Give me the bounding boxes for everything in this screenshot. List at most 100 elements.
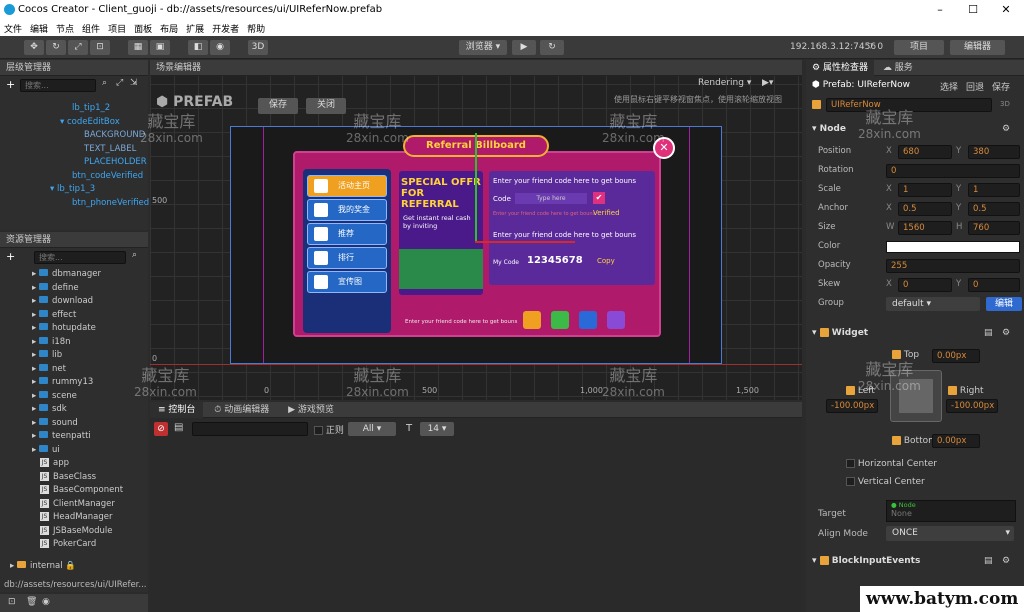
scale-y-input[interactable]: 1	[968, 183, 1020, 197]
close-window-button[interactable]: ✕	[991, 2, 1021, 18]
prefab-revert-button[interactable]: 回退	[966, 80, 984, 93]
skew-y-input[interactable]: 0	[968, 278, 1020, 292]
menu-home-button[interactable]: 活动主页	[307, 175, 387, 197]
block-enabled-checkbox[interactable]	[819, 556, 829, 565]
gear-icon[interactable]: ⚙	[1002, 556, 1010, 566]
menu-extension[interactable]: 扩展	[182, 20, 208, 37]
folder-item[interactable]: ▸ lib	[32, 349, 123, 363]
open-log-icon[interactable]: ▤	[174, 422, 183, 433]
prefab-select-button[interactable]: 选择	[940, 80, 958, 93]
opacity-input[interactable]: 255	[886, 259, 1020, 273]
log-level-select[interactable]: All ▾	[348, 422, 396, 436]
folder-item[interactable]: ▸ sdk	[32, 403, 123, 417]
vcenter-toggle[interactable]: Vertical Center	[846, 477, 925, 487]
menu-project[interactable]: 项目	[104, 20, 130, 37]
tab-animation[interactable]: ⏱ 动画编辑器	[206, 402, 277, 418]
menu-component[interactable]: 组件	[78, 20, 104, 37]
folder-item[interactable]: ▸ effect	[32, 309, 123, 323]
book-icon[interactable]: ▤	[984, 328, 993, 338]
edit-group-button[interactable]: 编辑	[986, 297, 1022, 311]
script-item[interactable]: JS BaseClass	[32, 471, 123, 485]
tree-item[interactable]: PLACEHOLDER	[8, 156, 149, 170]
folder-item[interactable]: ▸ scene	[32, 390, 123, 404]
folder-item[interactable]: ▸ hotupdate	[32, 322, 123, 336]
group-select[interactable]: default ▾	[886, 297, 980, 311]
tree-item[interactable]: btn_phoneVerified	[8, 197, 149, 211]
open-editor-button[interactable]: 编辑器	[950, 40, 1005, 55]
gear-icon[interactable]: ⚙	[1002, 328, 1010, 338]
tree-item[interactable]: BACKGROUND	[8, 129, 149, 143]
minimize-button[interactable]: –	[925, 2, 955, 18]
mail-share-icon[interactable]	[523, 311, 541, 329]
add-asset-icon[interactable]: +	[6, 250, 15, 263]
rect-tool-icon[interactable]: ⊡	[90, 40, 110, 55]
play-button[interactable]: ▶	[512, 40, 536, 55]
menu-edit[interactable]: 编辑	[26, 20, 52, 37]
right-toggle[interactable]: Right	[948, 386, 984, 396]
gizmo-icon[interactable]: ◉	[210, 40, 230, 55]
scale-x-input[interactable]: 1	[898, 183, 952, 197]
font-size-select[interactable]: 14 ▾	[420, 422, 454, 436]
tab-game-preview[interactable]: ▶ 游戏预览	[280, 402, 342, 418]
tree-item[interactable]: ▾ lb_tip1_3	[8, 183, 149, 197]
tree-item[interactable]: ▾ codeEditBox	[8, 116, 149, 130]
move-tool-icon[interactable]: ✥	[24, 40, 44, 55]
gear-icon[interactable]: ⚙	[1002, 124, 1010, 134]
prefab-save-button[interactable]: 保存	[992, 80, 1010, 93]
folder-item[interactable]: ▸ download	[32, 295, 123, 309]
other-share-icon[interactable]	[607, 311, 625, 329]
script-item[interactable]: JS JSBaseModule	[32, 525, 123, 539]
folder-item[interactable]: ▸ ui	[32, 444, 123, 458]
facebook-share-icon[interactable]	[579, 311, 597, 329]
scale-tool-icon[interactable]: ⤢	[68, 40, 88, 55]
prefab-save-button[interactable]: 保存	[258, 98, 298, 114]
widget-enabled-checkbox[interactable]	[819, 328, 829, 337]
folder-item[interactable]: ▸ dbmanager	[32, 268, 123, 282]
clear-log-icon[interactable]: ⊘	[154, 422, 168, 436]
rotate-tool-icon[interactable]: ↻	[46, 40, 66, 55]
menu-developer[interactable]: 开发者	[208, 20, 243, 37]
menu-node[interactable]: 节点	[52, 20, 78, 37]
snap-icon[interactable]: ◧	[188, 40, 208, 55]
tab-inspector[interactable]: ⚙ 属性检查器	[806, 60, 874, 76]
folder-item[interactable]: ▸ teenpatti	[32, 430, 123, 444]
bottom-input[interactable]: 0.00px	[932, 434, 980, 448]
tree-item[interactable]: TEXT_LABEL	[8, 143, 149, 157]
folder-item[interactable]: ▸ i18n	[32, 336, 123, 350]
rendering-select[interactable]: Rendering ▾	[698, 78, 751, 88]
menu-rank-button[interactable]: 排行	[307, 247, 387, 269]
console-filter-input[interactable]	[192, 422, 308, 436]
folder-item[interactable]: ▸ sound	[32, 417, 123, 431]
node-section-header[interactable]: ▾ Node	[812, 124, 846, 134]
menu-poster-button[interactable]: 宣传图	[307, 271, 387, 293]
scene-editor[interactable]: 场景编辑器 ⬢ PREFAB 保存 关闭 Rendering ▾ ▶▾ 使用鼠标…	[134, 60, 802, 400]
prefab-close-button[interactable]: 关闭	[306, 98, 346, 114]
size-w-input[interactable]: 1560	[898, 221, 952, 235]
folder-item[interactable]: ▸ net	[32, 363, 123, 377]
search-icon[interactable]: ⌕	[132, 250, 137, 260]
script-item[interactable]: JS PokerCard	[32, 538, 123, 552]
regex-toggle[interactable]: 正则	[314, 423, 344, 436]
anchor-y-input[interactable]: 0.5	[968, 202, 1020, 216]
menu-panel[interactable]: 面板	[130, 20, 156, 37]
collapse-icon[interactable]: ⇲	[130, 78, 138, 88]
hierarchy-search-input[interactable]: 搜索...	[20, 79, 96, 92]
top-input[interactable]: 0.00px	[932, 349, 980, 363]
browser-select[interactable]: 浏览器 ▾	[459, 40, 507, 55]
color-swatch[interactable]	[886, 241, 1020, 253]
code-input[interactable]: Type here	[515, 193, 587, 204]
size-h-input[interactable]: 760	[968, 221, 1020, 235]
right-input[interactable]: -100.00px	[946, 399, 998, 413]
position-x-input[interactable]: 680	[898, 145, 952, 159]
menu-help[interactable]: 帮助	[243, 20, 269, 37]
book-icon[interactable]: ▤	[984, 556, 993, 566]
menu-layout[interactable]: 布局	[156, 20, 182, 37]
left-input[interactable]: -100.00px	[826, 399, 878, 413]
rotation-input[interactable]: 0	[886, 164, 1020, 178]
assets-search-input[interactable]: 搜索...	[34, 251, 126, 264]
locate-icon[interactable]: ⤢	[116, 78, 123, 88]
script-item[interactable]: JS HeadManager	[32, 511, 123, 525]
hcenter-toggle[interactable]: Horizontal Center	[846, 459, 937, 469]
maximize-button[interactable]: ☐	[958, 2, 988, 18]
target-field[interactable]: ● Node None	[886, 500, 1016, 522]
